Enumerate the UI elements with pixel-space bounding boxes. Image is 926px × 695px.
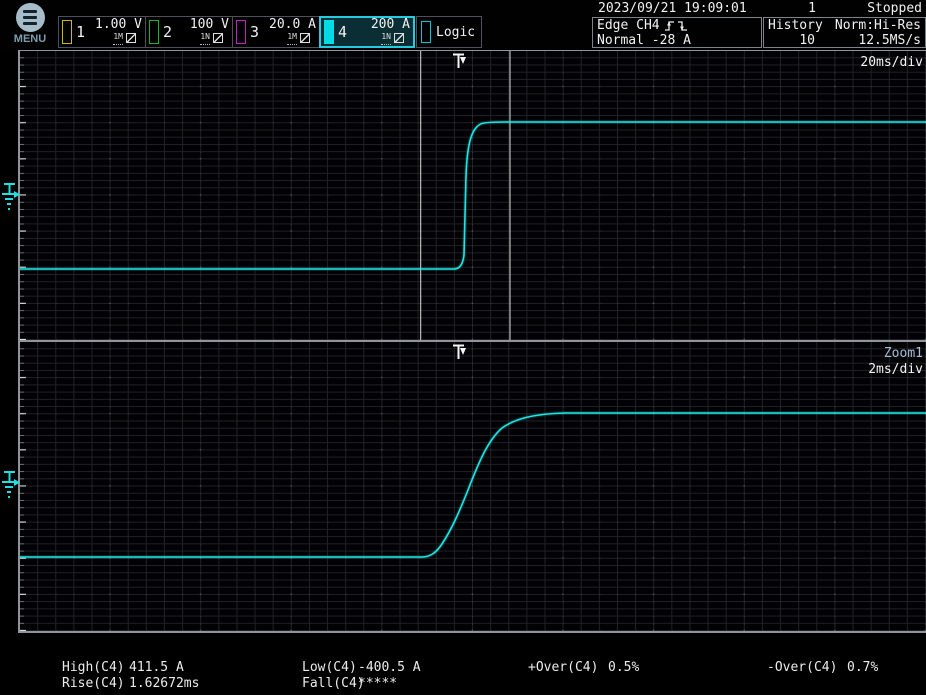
measurement-fall-value: ***** [358,676,397,691]
run-state: Stopped [867,1,922,16]
channel-2-color-bar [149,20,159,44]
channel-1-color-bar [62,20,72,44]
acquisition-mode: Norm:Hi-Res [826,18,921,33]
grid-border-bottom [20,631,926,633]
channel-4-box-selected[interactable]: 4 200 A 1N [319,16,415,48]
channel-4-color-bar [324,20,334,44]
channel-1-scale: 1.00 V [95,19,142,31]
trigger-mode-level: Normal -28 A [597,33,757,48]
channel-strip: 1 1.00 V 1M 2 100 V 1N 3 20.0 A 1 [59,16,482,48]
top-bar: MENU 1 1.00 V 1M 2 100 V 1N [0,0,926,50]
channel-3-color-bar [236,20,246,44]
channel-1-box[interactable]: 1 1.00 V 1M [58,16,146,48]
channel-4-scale: 200 A [371,19,410,31]
channel-1-coupling: 1M [113,31,123,45]
logic-box[interactable]: Logic [416,16,482,48]
measurement-high-value: 411.5 A [129,660,184,675]
waveform-display: 20ms/div Zoom1 2ms/div [0,50,926,633]
history-value: 10 [768,33,815,48]
channel-4-coupling: 1N [381,31,391,45]
measurement-pover: +Over(C4)0.5% [528,660,639,676]
probe-icon [394,33,404,43]
trigger-settings-box[interactable]: Edge CH4 Normal -28 A [592,17,762,48]
probe-icon [300,33,310,43]
probe-icon [213,33,223,43]
acquisition-box[interactable]: History Norm:Hi-Res 10 12.5MS/s [763,17,926,48]
oscilloscope-screen: MENU 1 1.00 V 1M 2 100 V 1N [0,0,926,695]
trigger-position-marker-zoom[interactable] [452,344,470,361]
channel-2-scale: 100 V [190,19,229,31]
zoom-window-title: Zoom1 [884,346,923,361]
menu-button[interactable]: MENU [10,2,50,45]
zoom-timebase-label: 2ms/div [868,362,923,377]
edge-slope-icon [664,19,688,32]
measurement-pover-value: 0.5% [608,660,639,675]
channel-1-number: 1 [76,23,85,41]
measurement-low: Low(C4)-400.5 A [302,660,421,676]
main-graticule [20,51,926,340]
channel-2-coupling: 1N [200,31,210,45]
history-label: History [768,18,826,33]
logic-color-bar [421,21,431,43]
status-row: 2023/09/21 19:09:01 1 Stopped [592,1,924,16]
channel-3-scale: 20.0 A [269,19,316,31]
menu-label: MENU [10,33,50,45]
timestamp: 2023/09/21 19:09:01 [598,1,747,16]
trigger-position-marker-main[interactable] [452,53,470,70]
channel-2-number: 2 [163,23,172,41]
channel-3-coupling: 1M [287,31,297,45]
ch4-ground-marker-main[interactable] [1,181,20,213]
trigger-type: Edge CH4 [597,18,660,33]
channel-2-box[interactable]: 2 100 V 1N [145,16,233,48]
channel-3-number: 3 [250,23,259,41]
channel-4-number: 4 [338,23,347,41]
measurement-low-value: -400.5 A [358,660,421,675]
measurement-nover-value: 0.7% [847,660,878,675]
hamburger-icon [16,3,45,32]
ch4-ground-marker-zoom[interactable] [1,469,20,501]
measurement-high: High(C4)411.5 A [62,660,199,676]
channel-3-box[interactable]: 3 20.0 A 1M [232,16,320,48]
main-timebase-label: 20ms/div [860,55,923,70]
measurement-nover: -Over(C4)0.7% [767,660,878,676]
sample-rate: 12.5MS/s [815,33,921,48]
acquisition-count: 1 [792,1,816,16]
measurement-fall: Fall(C4)***** [302,676,421,692]
measurement-rise: Rise(C4)1.62672ms [62,676,199,692]
measurement-rise-value: 1.62672ms [129,676,199,691]
zoom-graticule [20,342,926,631]
logic-label: Logic [436,25,475,40]
probe-icon [126,33,136,43]
